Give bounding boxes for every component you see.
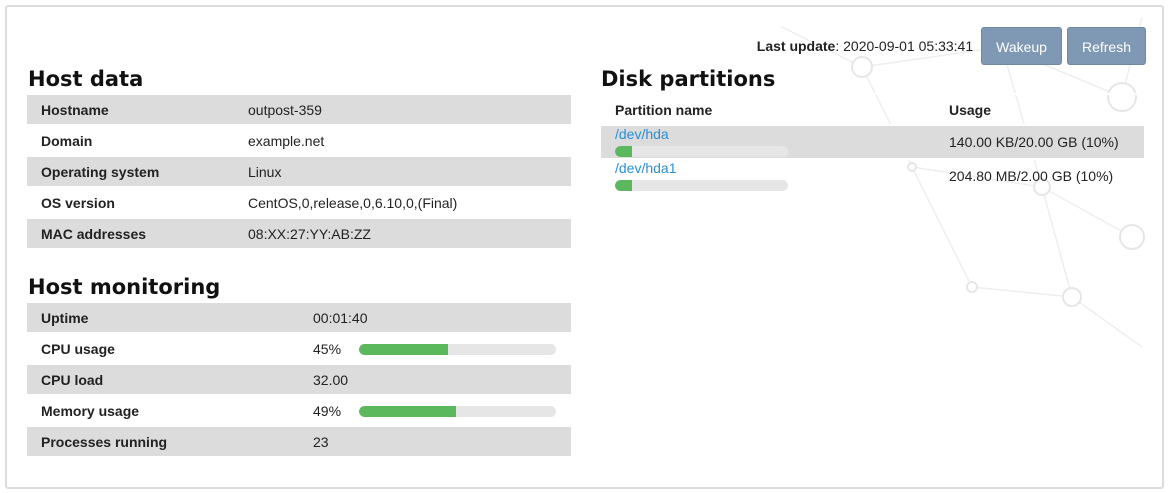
row-label: Processes running bbox=[27, 425, 299, 456]
wakeup-button[interactable]: Wakeup bbox=[981, 27, 1062, 65]
partition-link[interactable]: /dev/hda1 bbox=[615, 160, 749, 176]
partition-usage-bar bbox=[615, 179, 788, 191]
memory-usage-value: 49% bbox=[313, 402, 342, 419]
row-label: OS version bbox=[27, 186, 234, 218]
dashboard-panel: Last update: 2020-09-01 05:33:41 Wakeup … bbox=[5, 5, 1164, 489]
column-header-usage: Usage bbox=[935, 93, 1144, 125]
host-data-title: Host data bbox=[28, 67, 144, 91]
row-value: example.net bbox=[234, 124, 571, 156]
table-row: Processes running 23 bbox=[27, 425, 571, 456]
disk-partitions-table: Partition name Usage /dev/hda 140.00 KB/… bbox=[601, 93, 1144, 192]
host-monitoring-table: Uptime 00:01:40 CPU usage 45% CPU load 32.0… bbox=[27, 301, 571, 456]
row-value: outpost-359 bbox=[234, 93, 571, 125]
row-label: MAC addresses bbox=[27, 217, 234, 248]
row-value: 08:XX:27:YY:AB:ZZ bbox=[234, 217, 571, 248]
row-label: Operating system bbox=[27, 155, 234, 187]
partition-usage: 204.80 MB/2.00 GB (10%) bbox=[935, 158, 1144, 192]
row-label: Memory usage bbox=[27, 394, 299, 426]
memory-usage-bar-fill bbox=[359, 406, 456, 418]
last-update-value: : 2020-09-01 05:33:41 bbox=[835, 38, 974, 54]
row-label: Hostname bbox=[27, 93, 234, 125]
host-monitoring-title: Host monitoring bbox=[28, 275, 221, 299]
row-value: 00:01:40 bbox=[299, 301, 571, 333]
cpu-usage-bar bbox=[359, 344, 556, 356]
table-row: Domain example.net bbox=[27, 124, 571, 156]
row-label: Domain bbox=[27, 124, 234, 156]
cpu-usage-value: 45% bbox=[313, 340, 342, 357]
refresh-button[interactable]: Refresh bbox=[1066, 27, 1146, 65]
row-value: CentOS,0,release,0,6.10,0,(Final) bbox=[234, 186, 571, 218]
toolbar: Last update: 2020-09-01 05:33:41 Wakeup … bbox=[757, 27, 1146, 65]
table-row: OS version CentOS,0,release,0,6.10,0,(Fin… bbox=[27, 186, 571, 218]
memory-usage-bar bbox=[359, 406, 556, 418]
row-label: CPU usage bbox=[27, 332, 299, 364]
last-update: Last update: 2020-09-01 05:33:41 bbox=[757, 38, 973, 54]
table-row: MAC addresses 08:XX:27:YY:AB:ZZ bbox=[27, 217, 571, 248]
table-row: CPU load 32.00 bbox=[27, 363, 571, 395]
partition-usage-bar-fill bbox=[615, 145, 633, 157]
partition-usage-bar-fill bbox=[615, 179, 633, 191]
table-header-row: Partition name Usage bbox=[601, 93, 1144, 125]
table-row: /dev/hda 140.00 KB/20.00 GB (10%) bbox=[601, 124, 1144, 159]
partition-usage-bar bbox=[615, 145, 788, 157]
row-label: Uptime bbox=[27, 301, 299, 333]
row-value: Linux bbox=[234, 155, 571, 187]
table-row: /dev/hda1 204.80 MB/2.00 GB (10%) bbox=[601, 158, 1144, 192]
table-row: CPU usage 45% bbox=[27, 332, 571, 364]
partition-usage: 140.00 KB/20.00 GB (10%) bbox=[935, 124, 1144, 159]
table-row: Hostname outpost-359 bbox=[27, 93, 571, 125]
row-value: 23 bbox=[299, 425, 571, 456]
table-row: Memory usage 49% bbox=[27, 394, 571, 426]
table-row: Operating system Linux bbox=[27, 155, 571, 187]
cpu-usage-bar-fill bbox=[359, 344, 448, 356]
host-data-table: Hostname outpost-359 Domain example.net Op… bbox=[27, 93, 571, 248]
row-label: CPU load bbox=[27, 363, 299, 395]
column-header-partition-name: Partition name bbox=[601, 93, 935, 125]
partition-link[interactable]: /dev/hda bbox=[615, 126, 749, 142]
last-update-label: Last update bbox=[756, 38, 836, 54]
row-value: 32.00 bbox=[299, 363, 571, 395]
disk-partitions-title: Disk partitions bbox=[601, 67, 776, 91]
table-row: Uptime 00:01:40 bbox=[27, 301, 571, 333]
